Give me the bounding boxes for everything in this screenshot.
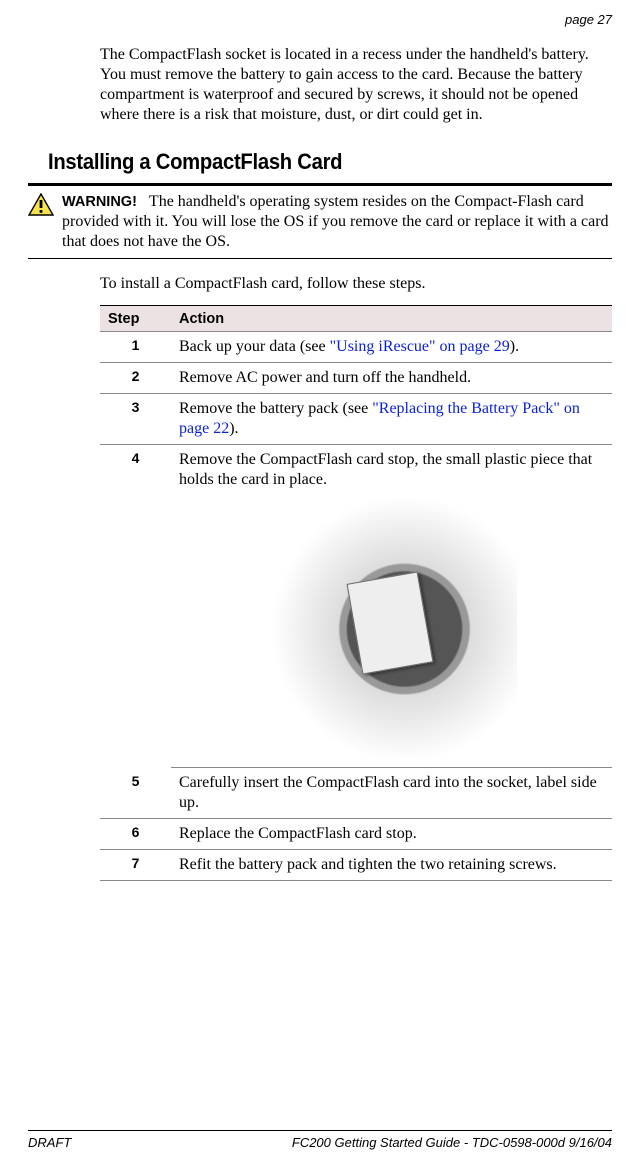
step-action: Remove the CompactFlash card stop, the s… [171,445,612,496]
rule-thick [28,183,612,186]
action-text: Remove the battery pack (see [179,400,372,417]
table-row: 7 Refit the battery pack and tighten the… [100,850,612,881]
step-number-empty [100,495,171,768]
table-header-row: Step Action [100,306,612,332]
compactflash-photo [267,499,517,759]
step-action: Remove the battery pack (see "Replacing … [171,394,612,445]
footer-left: DRAFT [28,1135,71,1150]
steps-table: Step Action 1 Back up your data (see "Us… [100,305,612,881]
warning-icon [28,193,54,223]
table-row-image [100,495,612,768]
footer-rule [28,1130,612,1131]
table-row: 4 Remove the CompactFlash card stop, the… [100,445,612,496]
step-action: Carefully insert the CompactFlash card i… [171,768,612,819]
action-text: Back up your data (see [179,338,330,355]
footer-right: FC200 Getting Started Guide - TDC-0598-0… [292,1135,612,1150]
col-step: Step [100,306,171,332]
link-irescue[interactable]: "Using iRescue" on page 29 [330,338,510,355]
table-row: 5 Carefully insert the CompactFlash card… [100,768,612,819]
step-number: 7 [100,850,171,881]
rule-thin [28,258,612,259]
step-action: Remove AC power and turn off the handhel… [171,363,612,394]
step-number: 1 [100,332,171,363]
footer-row: DRAFT FC200 Getting Started Guide - TDC-… [28,1135,612,1150]
step-number: 2 [100,363,171,394]
col-action: Action [171,306,612,332]
footer: DRAFT FC200 Getting Started Guide - TDC-… [0,1130,640,1150]
step-action: Replace the CompactFlash card stop. [171,819,612,850]
table-row: 2 Remove AC power and turn off the handh… [100,363,612,394]
step-figure-cell [171,495,612,768]
step-number: 5 [100,768,171,819]
table-row: 3 Remove the battery pack (see "Replacin… [100,394,612,445]
page: page 27 The CompactFlash socket is locat… [0,0,640,1170]
intro-paragraph: The CompactFlash socket is located in a … [100,45,612,125]
lead-in: To install a CompactFlash card, follow t… [100,275,612,293]
warning-block: WARNING! The handheld's operating system… [28,192,612,252]
table-row: 6 Replace the CompactFlash card stop. [100,819,612,850]
warning-label: WARNING! [62,194,137,210]
section-heading: Installing a CompactFlash Card [48,149,567,175]
step-number: 6 [100,819,171,850]
action-text-tail: ). [510,338,519,355]
step-action: Refit the battery pack and tighten the t… [171,850,612,881]
step-number: 4 [100,445,171,496]
step-action: Back up your data (see "Using iRescue" o… [171,332,612,363]
page-number: page 27 [28,12,612,27]
action-text-tail: ). [229,420,238,437]
warning-text-wrap: WARNING! The handheld's operating system… [62,192,612,252]
step-number: 3 [100,394,171,445]
table-row: 1 Back up your data (see "Using iRescue"… [100,332,612,363]
